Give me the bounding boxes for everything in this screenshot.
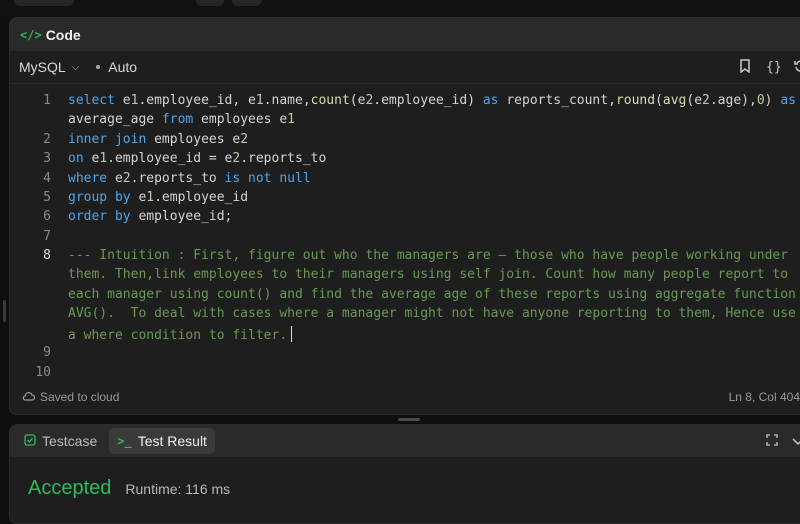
expand-icon[interactable] (766, 433, 778, 449)
braces-icon[interactable]: {} (766, 60, 782, 75)
result-tabs: Testcase >_ Test Result (10, 425, 800, 457)
cloud-icon (22, 391, 36, 404)
checkbox-icon (24, 433, 36, 449)
code-comment: --- Intuition : First, figure out who th… (68, 248, 789, 263)
mode-dot (96, 65, 101, 69)
code-text: group by e1.employee_id (68, 190, 249, 205)
line-number: 3 (43, 151, 51, 166)
tab-test-result[interactable]: >_ Test Result (109, 428, 215, 454)
chevron-down-icon[interactable] (792, 434, 800, 449)
code-text: on e1.employee_id = e2.reports_to (68, 151, 327, 166)
top-tab-pill[interactable] (196, 0, 224, 6)
line-number: 7 (43, 229, 51, 244)
status-accepted: Accepted (28, 477, 112, 499)
language-label: MySQL (19, 59, 66, 75)
toolbar-icons: {} (738, 51, 800, 84)
code-comment-last: a where condition to filter. (68, 326, 293, 343)
code-panel: </> Code MySQL ⌵ Auto {} 1 select e1.emp… (9, 17, 800, 415)
code-comment: them. Then,link employees to their manag… (68, 267, 789, 282)
runtime-label: Runtime: 116 ms (125, 481, 231, 497)
line-number: 5 (43, 190, 51, 205)
resize-grip[interactable] (3, 300, 6, 322)
line-number: 1 (43, 93, 51, 108)
code-editor[interactable]: 1 select e1.employee_id, e1.name,count(e… (10, 89, 800, 377)
saved-label: Saved to cloud (40, 390, 120, 404)
top-tab-pill[interactable] (232, 0, 262, 6)
code-panel-header: </> Code (10, 18, 800, 51)
line-number: 2 (43, 132, 51, 147)
auto-mode-label[interactable]: Auto (108, 59, 137, 75)
code-comment: each manager using count() and find the … (68, 287, 796, 302)
editor-toolbar: MySQL ⌵ Auto {} (10, 51, 800, 84)
line-number: 9 (43, 345, 51, 360)
line-number: 10 (35, 365, 51, 377)
code-comment: AVG(). To deal with cases where a manage… (68, 306, 796, 321)
reset-icon[interactable] (794, 59, 800, 76)
line-number: 8 (43, 248, 51, 263)
code-text: a where condition to filter. (68, 328, 288, 343)
tab-label: Test Result (137, 433, 207, 449)
code-text: order by employee_id; (68, 209, 233, 224)
code-text: inner join employees e2 (68, 132, 249, 147)
text-cursor (291, 326, 293, 342)
result-summary: Accepted Runtime: 116 ms (28, 477, 230, 500)
code-text: where e2.reports_to is not null (68, 171, 311, 186)
code-icon: </> (20, 27, 42, 42)
result-panel: Testcase >_ Test Result Accepted Runtime… (9, 424, 800, 524)
cursor-position: Ln 8, Col 404 (728, 390, 800, 404)
language-select[interactable]: MySQL ⌵ (19, 59, 79, 75)
code-text: select e1.employee_id, e1.name,count(e2.… (68, 93, 796, 108)
panel-divider-handle[interactable] (398, 418, 420, 421)
tab-testcase[interactable]: Testcase (16, 428, 105, 454)
tab-label: Testcase (42, 433, 98, 449)
bookmark-icon[interactable] (738, 59, 752, 76)
terminal-icon: >_ (117, 434, 132, 448)
line-number: 4 (43, 171, 51, 186)
saved-status: Saved to cloud (22, 390, 119, 404)
top-strip (0, 0, 800, 16)
chevron-down-icon: ⌵ (71, 61, 80, 73)
result-panel-controls (766, 425, 800, 457)
top-tab-pill[interactable] (14, 0, 74, 6)
editor-footer: Saved to cloud Ln 8, Col 404 (10, 387, 800, 409)
code-text: average_age from employees e1 (68, 112, 295, 127)
line-number: 6 (43, 209, 51, 224)
panel-title: Code (45, 26, 81, 43)
